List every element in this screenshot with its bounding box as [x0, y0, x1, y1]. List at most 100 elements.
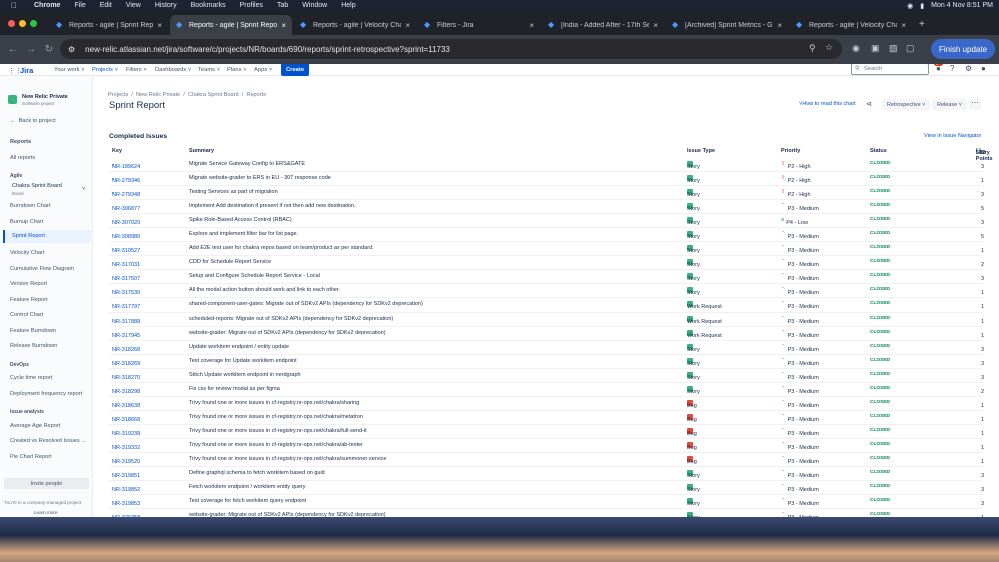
sidebar-item-release-burndown[interactable]: Release Burndown	[10, 343, 57, 349]
sidepanel-icon[interactable]: ▢	[906, 43, 915, 54]
breadcrumb-projects[interactable]: Projects	[108, 92, 128, 98]
breadcrumb-reports[interactable]: Reports	[246, 92, 266, 98]
close-tab-icon[interactable]: ×	[405, 21, 410, 30]
view-in-issue-navigator-link[interactable]: View in Issue Navigator	[924, 133, 981, 139]
sidebar-item-average-age[interactable]: Average Age Report	[10, 423, 60, 429]
search-input[interactable]: ⚲ Search	[851, 64, 929, 75]
col-issue-type[interactable]: Issue Type	[687, 148, 715, 154]
how-to-read-link[interactable]: ˅How to read this chart	[799, 101, 856, 107]
nav-dashboards[interactable]: Dashboards ˅	[155, 67, 191, 73]
sidebar-item-feature-burndown[interactable]: Feature Burndown	[10, 328, 56, 334]
sidebar-item-pie-chart[interactable]: Pie Chart Report	[10, 454, 52, 460]
sidebar-item-control-chart[interactable]: Control Chart	[10, 312, 43, 318]
col-story-points[interactable]: Story Points (76 → 82)	[976, 148, 993, 162]
new-tab-icon[interactable]: +	[919, 19, 925, 30]
sidebar-item-cfd[interactable]: Cumulative Flow Diagram	[10, 266, 74, 272]
story-points: 2	[981, 262, 985, 269]
breadcrumb-project[interactable]: New Relic Private	[136, 92, 180, 98]
menu-view[interactable]: View	[126, 2, 141, 9]
browser-tab[interactable]: ◆ Filters - Jira ×	[418, 15, 540, 35]
sidebar-item-burnup[interactable]: Burnup Chart	[10, 219, 43, 225]
close-tab-icon[interactable]: ×	[901, 21, 906, 30]
sprint-selector-dropdown[interactable]: Retrospective ˅	[882, 99, 931, 110]
col-priority[interactable]: Priority	[781, 148, 800, 154]
issue-summary: All the modal action button should work …	[189, 287, 341, 294]
issue-summary: Migrate Service Gateway Config to ERS&GA…	[189, 161, 306, 167]
more-options-icon[interactable]: ⋯	[969, 99, 981, 110]
col-summary[interactable]: Summary	[189, 148, 214, 154]
jira-favicon-icon: ◆	[300, 20, 307, 29]
sidebar-item-sprint-report[interactable]: Sprint Report	[3, 230, 91, 243]
sidebar-item-all-reports[interactable]: All reports	[10, 155, 35, 161]
issue-type: Story	[687, 343, 700, 353]
sidebar-item-deployment-frequency[interactable]: Deployment frequency report	[10, 391, 82, 397]
extensions-puzzle-icon[interactable]: ▧	[889, 43, 898, 54]
clock[interactable]: Mon 4 Nov 8:51 PM	[931, 2, 993, 9]
finish-update-button[interactable]: Finish update	[931, 39, 996, 59]
battery-icon[interactable]: ▮	[920, 2, 924, 10]
nav-your-work[interactable]: Your work ˅	[54, 67, 85, 73]
forward-arrow-icon[interactable]: →	[22, 44, 40, 55]
close-tab-icon[interactable]: ×	[281, 21, 286, 30]
wifi-icon[interactable]: ◉	[907, 2, 913, 10]
close-window-button[interactable]	[8, 20, 15, 27]
minimize-window-button[interactable]	[19, 20, 26, 27]
reload-icon[interactable]: ↻	[40, 44, 58, 55]
back-arrow-icon[interactable]: ←	[4, 44, 22, 55]
nav-plans[interactable]: Plans ˅	[227, 67, 247, 73]
sidebar-item-version-report[interactable]: Version Report	[10, 281, 47, 287]
avatar[interactable]: ●	[981, 64, 986, 73]
menu-tab[interactable]: Tab	[277, 2, 288, 9]
browser-tab[interactable]: ◆ [Archived] Sprint Metrics - G ×	[666, 15, 788, 35]
share-icon[interactable]: ⊲	[866, 100, 872, 108]
menu-edit[interactable]: Edit	[100, 2, 112, 9]
help-icon[interactable]: ?	[950, 64, 954, 73]
sidebar-item-feature-report[interactable]: Feature Report	[10, 297, 48, 303]
menu-file[interactable]: File	[74, 2, 85, 9]
menu-app-name[interactable]: Chrome	[34, 2, 60, 9]
extension-icon[interactable]: ◉	[852, 43, 860, 54]
browser-tab[interactable]: ◆ Reports - agile | Velocity Chart ×	[294, 15, 416, 35]
search-icon[interactable]: ⚲	[809, 43, 816, 54]
browser-tab[interactable]: ◆ Reports - agile | Velocity Cha ×	[790, 15, 912, 35]
invite-people-button[interactable]: Invite people	[4, 478, 89, 489]
nav-filters[interactable]: Filters ˅	[126, 67, 147, 73]
col-key[interactable]: Key	[112, 148, 122, 154]
close-tab-icon[interactable]: ×	[653, 21, 658, 30]
col-status[interactable]: Status	[870, 148, 887, 154]
bookmark-star-icon[interactable]: ☆	[825, 42, 833, 53]
nav-teams[interactable]: Teams ˅	[198, 67, 220, 73]
sidebar-item-created-vs-resolved[interactable]: Created vs Resolved Issues ...	[10, 438, 86, 444]
url-text[interactable]: new-relic.atlassian.net/jira/software/c/…	[85, 45, 450, 54]
site-info-icon[interactable]: ⚙	[68, 45, 75, 54]
nav-projects[interactable]: Projects ˅	[92, 67, 118, 73]
nav-apps[interactable]: Apps ˅	[254, 67, 272, 73]
address-bar[interactable]: ⚙ new-relic.atlassian.net/jira/software/…	[60, 39, 842, 59]
settings-gear-icon[interactable]: ⚙	[965, 64, 972, 73]
menu-profiles[interactable]: Profiles	[240, 2, 263, 9]
close-tab-icon[interactable]: ×	[157, 21, 162, 30]
sidebar-item-cycle-time[interactable]: Cycle time report	[10, 375, 52, 381]
browser-tab[interactable]: ◆ [India - Added After - 17th Se ×	[542, 15, 664, 35]
back-to-project-link[interactable]: ← Back to project	[10, 118, 56, 124]
extension-icon[interactable]: ▣	[871, 43, 880, 54]
browser-tab[interactable]: ◆ Reports - agile | Sprint Report ×	[50, 15, 168, 35]
close-tab-icon[interactable]: ×	[777, 21, 782, 30]
sidebar-item-burndown[interactable]: Burndown Chart	[10, 203, 50, 209]
issue-type: Bug	[687, 455, 697, 465]
breadcrumb-board[interactable]: Chakra Sprint Board	[188, 92, 239, 98]
menu-window[interactable]: Window	[302, 2, 327, 9]
zoom-window-button[interactable]	[30, 20, 37, 27]
menu-history[interactable]: History	[155, 2, 177, 9]
apple-icon[interactable]: 	[8, 1, 20, 10]
jira-logo[interactable]: Jira	[20, 66, 33, 75]
browser-tab-active[interactable]: ◆ Reports - agile | Sprint Report ×	[170, 15, 292, 35]
release-dropdown[interactable]: Release ˅	[932, 99, 967, 110]
project-header[interactable]: New Relic Private Software project	[8, 94, 68, 106]
sidebar-item-velocity[interactable]: Velocity Chart	[10, 250, 45, 256]
menu-help[interactable]: Help	[341, 2, 355, 9]
learn-more-link[interactable]: Learn more	[34, 510, 58, 515]
close-tab-icon[interactable]: ×	[529, 21, 534, 30]
menu-bookmarks[interactable]: Bookmarks	[191, 2, 226, 9]
create-button[interactable]: Create	[281, 64, 310, 76]
